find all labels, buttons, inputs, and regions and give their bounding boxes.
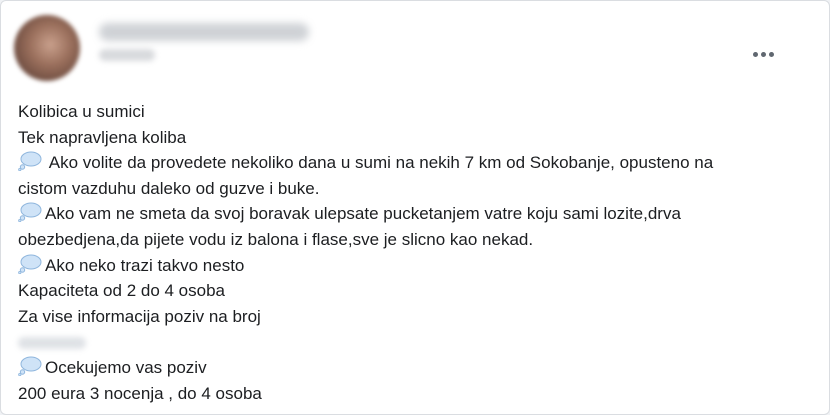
thought-bubble-icon: [18, 202, 42, 230]
post-line: obezbedjena,da pijete vodu iz balona i f…: [18, 229, 534, 249]
post-line: Kapaciteta od 2 do 4 osoba: [18, 281, 225, 301]
thought-bubble-icon: [18, 356, 42, 384]
author-avatar[interactable]: [14, 15, 80, 81]
post-line: Za vise informacija poziv na broj: [18, 306, 261, 326]
post-meta-redacted: [99, 49, 155, 61]
post-line: Ako volite da provedete nekoliko dana u …: [18, 150, 818, 176]
author-name-redacted: [99, 23, 309, 41]
post-line: Ako vam ne smeta da svoj boravak ulepsat…: [18, 201, 818, 227]
thought-bubble-icon: [18, 151, 42, 179]
post-line: Ako neko trazi takvo nesto: [18, 253, 818, 279]
post-line: Ocekujemo vas poziv: [18, 355, 818, 381]
post-options-button[interactable]: [743, 36, 783, 72]
thought-bubble-icon: [18, 254, 42, 282]
post-line: Kolibica u sumici: [18, 102, 145, 121]
post-line: 200 eura 3 nocenja , do 4 osoba: [18, 383, 262, 403]
post-line: Tek napravljena koliba: [18, 127, 187, 147]
post-text: Kolibica u sumici Tek napravljena koliba…: [18, 99, 818, 406]
post-card: Kolibica u sumici Tek napravljena koliba…: [0, 0, 830, 415]
phone-number-redacted: [18, 329, 818, 355]
post-line: cistom vazduhu daleko od guzve i buke.: [18, 178, 320, 198]
more-horizontal-icon: [752, 51, 774, 57]
